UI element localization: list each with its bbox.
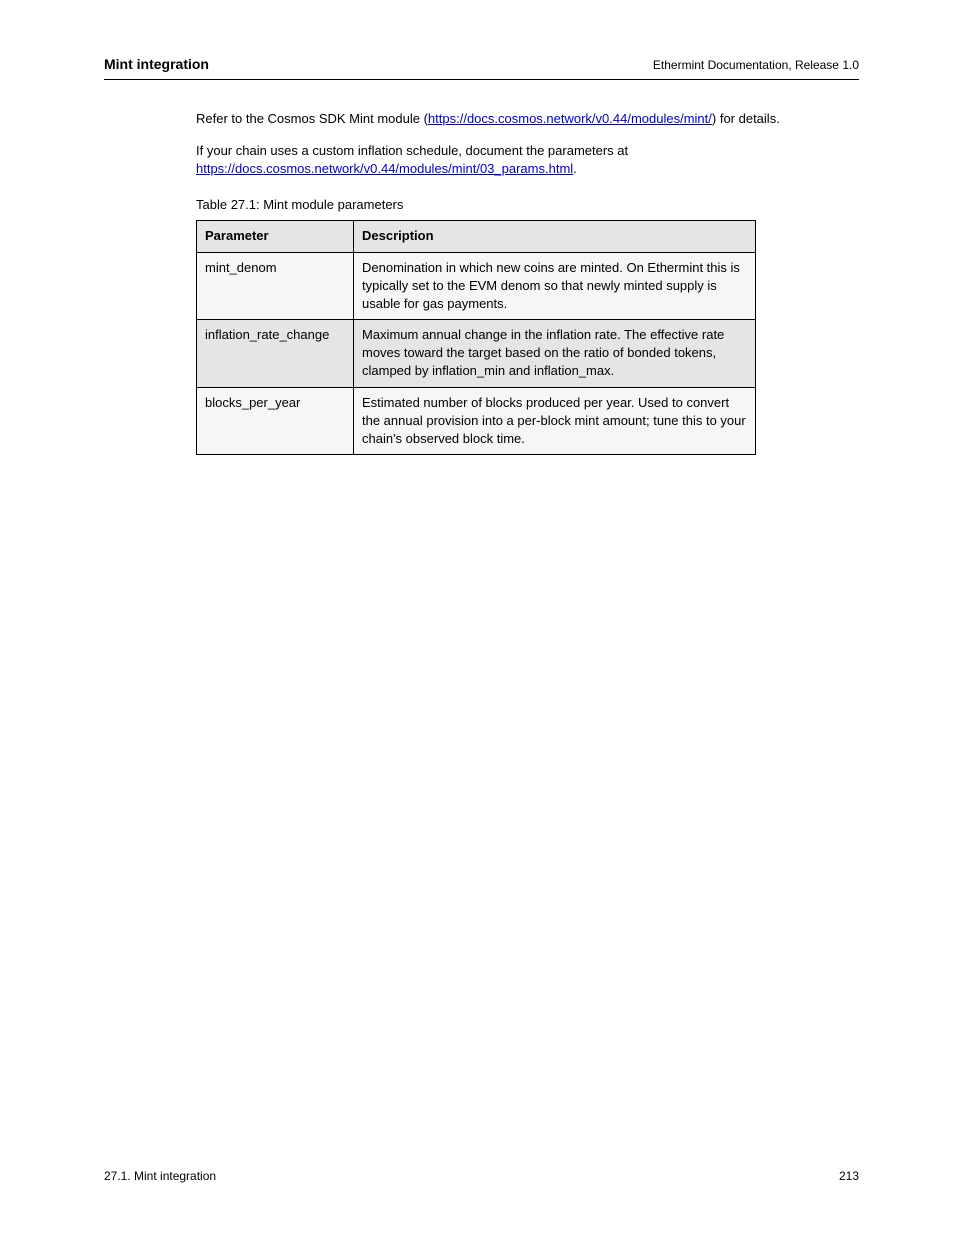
intro-text-before: Refer to the Cosmos SDK Mint module ( xyxy=(196,111,428,126)
table-row: inflation_rate_change Maximum annual cha… xyxy=(197,320,756,388)
header-section-title: Mint integration xyxy=(104,55,209,75)
cell-desc: Maximum annual change in the inflation r… xyxy=(354,320,756,388)
table-row: blocks_per_year Estimated number of bloc… xyxy=(197,387,756,455)
cell-param: mint_denom xyxy=(197,252,354,320)
mint-params-table: Parameter Description mint_denom Denomin… xyxy=(196,220,756,455)
page: Mint integration Ethermint Documentation… xyxy=(0,0,954,1235)
table-row: mint_denom Denomination in which new coi… xyxy=(197,252,756,320)
intro-text-after: ) for details. xyxy=(712,111,780,126)
cell-desc: Denomination in which new coins are mint… xyxy=(354,252,756,320)
footer-page-number: 213 xyxy=(839,1168,859,1185)
footer-section: 27.1. Mint integration xyxy=(104,1168,216,1185)
page-footer: 27.1. Mint integration 213 xyxy=(104,1168,859,1185)
th-parameter: Parameter xyxy=(197,221,354,252)
note-text-before: If your chain uses a custom inflation sc… xyxy=(196,143,628,158)
intro-paragraph: Refer to the Cosmos SDK Mint module (htt… xyxy=(196,110,849,128)
note-paragraph: If your chain uses a custom inflation sc… xyxy=(196,142,849,178)
page-header: Mint integration Ethermint Documentation… xyxy=(104,55,859,80)
cell-desc: Estimated number of blocks produced per … xyxy=(354,387,756,455)
header-doc-title: Ethermint Documentation, Release 1.0 xyxy=(653,57,859,74)
note-link[interactable]: https://docs.cosmos.network/v0.44/module… xyxy=(196,161,573,176)
table-header-row: Parameter Description xyxy=(197,221,756,252)
table-caption: Table 27.1: Mint module parameters xyxy=(196,196,859,214)
note-text-after: . xyxy=(573,161,577,176)
cell-param: inflation_rate_change xyxy=(197,320,354,388)
intro-link[interactable]: https://docs.cosmos.network/v0.44/module… xyxy=(428,111,712,126)
th-description: Description xyxy=(354,221,756,252)
cell-param: blocks_per_year xyxy=(197,387,354,455)
